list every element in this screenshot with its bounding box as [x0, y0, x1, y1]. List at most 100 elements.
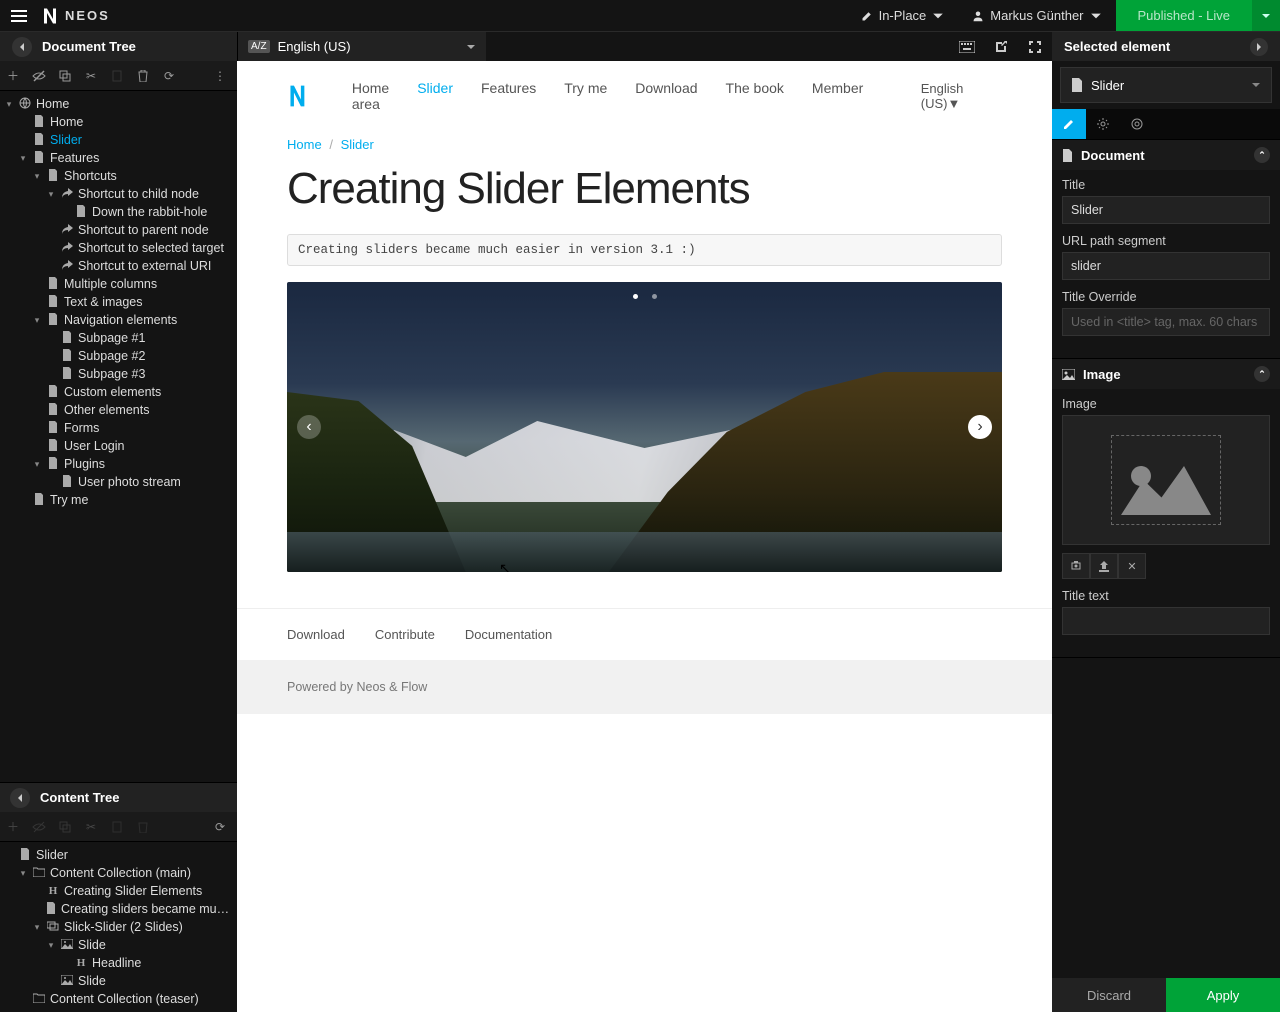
apply-button[interactable]: Apply: [1166, 978, 1280, 1012]
tree-node[interactable]: Try me: [0, 491, 237, 509]
tree-node[interactable]: Shortcut to external URI: [0, 257, 237, 275]
nav-link[interactable]: Features: [481, 80, 536, 96]
tree-node[interactable]: Text & images: [0, 293, 237, 311]
tree-node[interactable]: Home: [0, 113, 237, 131]
slider-widget[interactable]: ‹ › ↖: [287, 282, 1002, 572]
nav-link[interactable]: Home: [352, 80, 389, 96]
tree-node[interactable]: Down the rabbit-hole: [0, 203, 237, 221]
footer-link[interactable]: Contribute: [375, 627, 435, 642]
panel-collapse-left[interactable]: [12, 37, 32, 57]
tree-node[interactable]: ▾Plugins: [0, 455, 237, 473]
breadcrumb-current[interactable]: Slider: [341, 137, 374, 152]
user-menu[interactable]: Markus Günther: [958, 0, 1115, 31]
tree-node[interactable]: HHeadline: [0, 954, 237, 972]
tree-node[interactable]: Multiple columns: [0, 275, 237, 293]
selected-element-header: Selected element: [1052, 32, 1280, 61]
chevron-down-icon: [1261, 11, 1271, 21]
tree-node[interactable]: Slider: [0, 131, 237, 149]
title-text-label: Title text: [1062, 589, 1270, 603]
copy-node-button[interactable]: [52, 61, 78, 91]
chevron-down-icon: [466, 42, 476, 52]
image-media-button[interactable]: [1062, 553, 1090, 579]
tree-node[interactable]: ▾Shortcut to child node: [0, 185, 237, 203]
tab-info[interactable]: [1120, 109, 1154, 139]
title-text-input[interactable]: [1062, 607, 1270, 635]
inspector-document-section[interactable]: Document ⌃: [1052, 140, 1280, 170]
site-logo-icon: [287, 83, 308, 109]
tree-node[interactable]: Content Collection (teaser): [0, 990, 237, 1008]
edit-mode-selector[interactable]: In-Place: [847, 0, 959, 31]
fullscreen-icon[interactable]: [1018, 32, 1052, 62]
cut-content-button: ✂: [78, 812, 104, 842]
title-override-label: Title Override: [1062, 290, 1270, 304]
tree-node[interactable]: HCreating Slider Elements: [0, 882, 237, 900]
refresh-tree-button[interactable]: ⟳: [156, 61, 182, 91]
panel-collapse-right[interactable]: [1250, 38, 1268, 56]
breadcrumb-home[interactable]: Home: [287, 137, 322, 152]
add-node-button[interactable]: ＋: [0, 61, 26, 91]
tree-node[interactable]: User photo stream: [0, 473, 237, 491]
tree-node[interactable]: Shortcut to selected target: [0, 239, 237, 257]
menu-toggle[interactable]: [0, 0, 37, 31]
tree-node[interactable]: Custom elements: [0, 383, 237, 401]
tree-node[interactable]: Shortcut to parent node: [0, 221, 237, 239]
tree-node[interactable]: ▾Content Collection (main): [0, 864, 237, 882]
tree-node[interactable]: ▾Features: [0, 149, 237, 167]
selected-node-selector[interactable]: Slider: [1060, 67, 1272, 103]
tree-node[interactable]: Subpage #3: [0, 365, 237, 383]
nav-link[interactable]: Try me: [564, 80, 607, 96]
image-remove-button[interactable]: ✕: [1118, 553, 1146, 579]
tree-node[interactable]: Subpage #2: [0, 347, 237, 365]
chevron-down-icon: [1251, 80, 1261, 90]
tree-node[interactable]: Subpage #1: [0, 329, 237, 347]
tree-node[interactable]: ▾Home: [0, 95, 237, 113]
tree-more-button[interactable]: ⋮: [207, 61, 233, 91]
inspector-image-section[interactable]: Image ⌃: [1052, 359, 1280, 389]
keyboard-icon[interactable]: [950, 32, 984, 62]
page-preview[interactable]: Home Slider Features Try me Download The book…: [237, 61, 1052, 1012]
nav-link[interactable]: The book: [726, 80, 784, 96]
tree-node[interactable]: Other elements: [0, 401, 237, 419]
tab-properties[interactable]: [1052, 109, 1086, 139]
title-override-input[interactable]: [1062, 308, 1270, 336]
tab-settings[interactable]: [1086, 109, 1120, 139]
language-selector[interactable]: A/Z English (US): [237, 32, 486, 61]
hide-node-button[interactable]: [26, 61, 52, 91]
url-segment-input[interactable]: [1062, 252, 1270, 280]
footer-link[interactable]: Download: [287, 627, 345, 642]
footer-link[interactable]: Documentation: [465, 627, 552, 642]
tree-node[interactable]: ▾Navigation elements: [0, 311, 237, 329]
image-dropzone[interactable]: [1062, 415, 1270, 545]
code-block[interactable]: Creating sliders became much easier in v…: [287, 234, 1002, 266]
nav-link[interactable]: Slider: [417, 80, 453, 96]
content-tree-collapse[interactable]: [10, 788, 30, 808]
slider-next-button[interactable]: ›: [968, 415, 992, 439]
page-title[interactable]: Creating Slider Elements: [237, 152, 1052, 234]
external-link-icon[interactable]: [984, 32, 1018, 62]
tree-node[interactable]: ▾Slide: [0, 936, 237, 954]
tree-node[interactable]: Forms: [0, 419, 237, 437]
image-upload-button[interactable]: [1090, 553, 1118, 579]
nav-link[interactable]: Download: [635, 80, 697, 96]
tree-node[interactable]: User Login: [0, 437, 237, 455]
tree-node[interactable]: Slider: [0, 846, 237, 864]
tree-node[interactable]: Creating sliders became much ea...: [0, 900, 237, 918]
cut-node-button[interactable]: ✂: [78, 61, 104, 91]
chevron-down-icon: [1090, 10, 1102, 22]
slider-prev-button[interactable]: ‹: [297, 415, 321, 439]
content-tree[interactable]: Slider▾Content Collection (main)HCreatin…: [0, 842, 237, 1012]
tree-node[interactable]: Slide: [0, 972, 237, 990]
delete-node-button[interactable]: [130, 61, 156, 91]
language-flag-icon: A/Z: [248, 40, 270, 53]
title-input[interactable]: [1062, 196, 1270, 224]
publish-button[interactable]: Published - Live: [1116, 0, 1253, 31]
site-language-selector[interactable]: English (US)▼: [921, 81, 1002, 111]
slider-dots[interactable]: [633, 294, 657, 299]
refresh-content-button[interactable]: ⟳: [207, 812, 233, 842]
tree-node[interactable]: ▾Shortcuts: [0, 167, 237, 185]
chevron-left-icon: [15, 793, 25, 803]
discard-button[interactable]: Discard: [1052, 978, 1166, 1012]
publish-dropdown[interactable]: [1252, 0, 1280, 31]
tree-node[interactable]: ▾Slick-Slider (2 Slides): [0, 918, 237, 936]
document-tree[interactable]: ▾HomeHomeSlider▾Features▾Shortcuts▾Short…: [0, 91, 237, 782]
